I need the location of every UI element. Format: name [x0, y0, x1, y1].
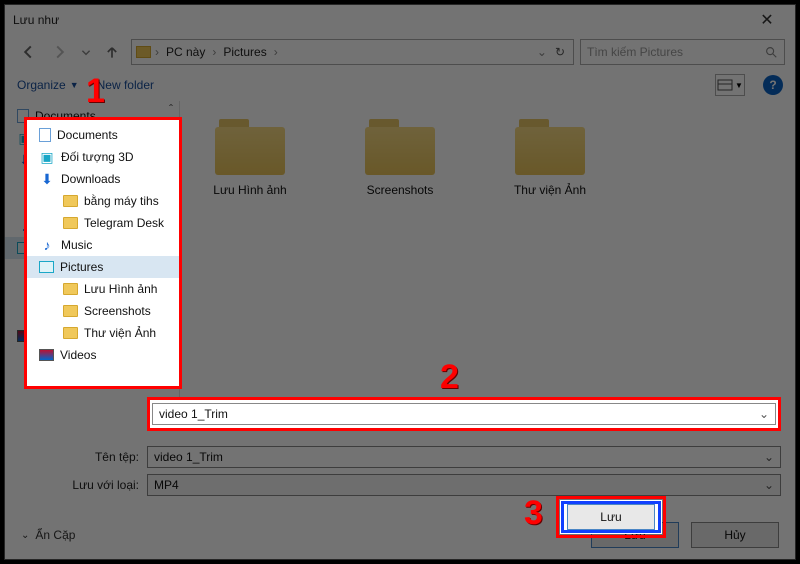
chevron-down-icon: ⌄: [21, 530, 29, 541]
chevron-right-icon: ›: [212, 45, 216, 59]
new-folder-button[interactable]: New folder: [97, 78, 154, 92]
recent-dropdown[interactable]: [79, 39, 93, 65]
folder-icon: [365, 119, 435, 175]
view-icon: [717, 79, 733, 91]
nav-bar: › PC này › Pictures › ⌄ ↻ Tìm kiếm Pictu…: [5, 35, 795, 69]
refresh-icon[interactable]: ↻: [555, 45, 565, 59]
chevron-down-icon[interactable]: ⌄: [764, 478, 774, 492]
folder-label: Screenshots: [367, 183, 434, 197]
chevron-down-icon: ▼: [70, 80, 79, 90]
folder-content: Lưu Hình ảnh Screenshots Thư viện Ảnh: [180, 101, 795, 419]
filetype-select[interactable]: MP4 ⌄: [147, 474, 781, 496]
scroll-up-button[interactable]: ˆ: [163, 101, 179, 117]
toolbar: Organize ▼ New folder ▼ ?: [5, 69, 795, 101]
hide-folders-button[interactable]: ⌄ Ẩn Cặp: [21, 528, 75, 542]
cancel-button[interactable]: Hủy: [691, 522, 779, 548]
help-button[interactable]: ?: [763, 75, 783, 95]
address-bar[interactable]: › PC này › Pictures › ⌄ ↻: [131, 39, 574, 65]
filename-label: Tên tệp:: [19, 450, 139, 464]
back-button[interactable]: [15, 39, 41, 65]
filename-area: Tên tệp: video 1_Trim ⌄ Lưu với loại: MP…: [5, 439, 795, 501]
folder-icon: [136, 46, 151, 58]
chevron-right-icon: ›: [274, 45, 278, 59]
search-icon: [764, 45, 778, 59]
chevron-right-icon: ›: [155, 45, 159, 59]
folder-item[interactable]: Lưu Hình ảnh: [190, 119, 310, 197]
forward-button[interactable]: [47, 39, 73, 65]
folder-label: Lưu Hình ảnh: [213, 183, 286, 197]
window-title: Lưu như: [13, 13, 747, 27]
organize-button[interactable]: Organize ▼: [17, 78, 79, 92]
view-options-button[interactable]: ▼: [715, 74, 745, 96]
up-button[interactable]: [99, 39, 125, 65]
filetype-label: Lưu với loại:: [19, 478, 139, 492]
folder-icon: [215, 119, 285, 175]
folder-icon: [515, 119, 585, 175]
breadcrumb-pictures[interactable]: Pictures: [220, 45, 269, 59]
close-button[interactable]: ✕: [747, 10, 787, 30]
chevron-down-icon[interactable]: ⌄: [764, 450, 774, 464]
chevron-down-icon[interactable]: ⌄: [537, 45, 547, 59]
folder-label: Thư viện Ảnh: [514, 183, 586, 197]
folder-item[interactable]: Screenshots: [340, 119, 460, 197]
title-bar: Lưu như ✕: [5, 5, 795, 35]
search-placeholder: Tìm kiếm Pictures: [587, 45, 764, 59]
folder-item[interactable]: Thư viện Ảnh: [490, 119, 610, 197]
dialog-footer: ⌄ Ẩn Cặp Lưu Hủy: [5, 511, 795, 559]
breadcrumb-pc[interactable]: PC này: [163, 45, 208, 59]
filename-input[interactable]: video 1_Trim ⌄: [147, 446, 781, 468]
search-input[interactable]: Tìm kiếm Pictures: [580, 39, 785, 65]
